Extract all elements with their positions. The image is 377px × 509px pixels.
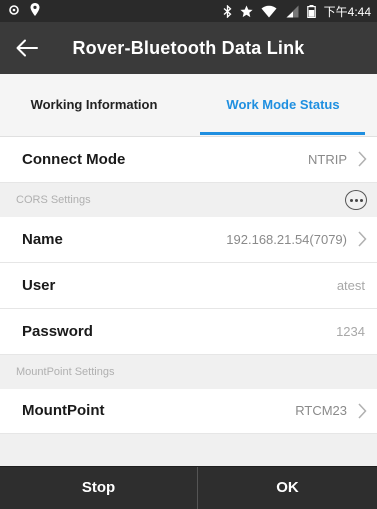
bottom-action-bar: Stop OK bbox=[0, 466, 377, 509]
password-value: 1234 bbox=[336, 324, 365, 339]
ok-button[interactable]: OK bbox=[198, 467, 377, 509]
settings-icon bbox=[9, 4, 19, 15]
status-bar: 下午4:44 bbox=[0, 0, 377, 22]
name-value: 192.168.21.54(7079) bbox=[226, 232, 347, 247]
mountpoint-value: RTCM23 bbox=[295, 403, 347, 418]
cors-settings-header: CORS Settings bbox=[0, 183, 377, 217]
star-icon bbox=[240, 5, 253, 18]
more-dot-icon bbox=[359, 198, 363, 202]
mountpoint-label: MountPoint bbox=[22, 402, 105, 419]
tab-working-information[interactable]: Working Information bbox=[0, 74, 188, 136]
name-label: Name bbox=[22, 231, 63, 248]
connect-mode-label: Connect Mode bbox=[22, 151, 126, 168]
cors-settings-label: CORS Settings bbox=[16, 194, 91, 206]
mountpoint-settings-header: MountPoint Settings bbox=[0, 355, 377, 389]
mountpoint-row[interactable]: MountPoint RTCM23 bbox=[0, 389, 377, 434]
connect-mode-row[interactable]: Connect Mode NTRIP bbox=[0, 137, 377, 183]
chevron-right-icon bbox=[358, 151, 367, 167]
location-icon bbox=[30, 3, 40, 16]
more-dot-icon bbox=[354, 198, 358, 202]
mountpoint-settings-label: MountPoint Settings bbox=[16, 366, 115, 378]
app-bar: Rover-Bluetooth Data Link bbox=[0, 22, 377, 74]
user-value: atest bbox=[336, 278, 365, 293]
tab-bar: Working Information Work Mode Status bbox=[0, 74, 377, 137]
password-label: Password bbox=[22, 323, 93, 340]
clock: 下午4:44 bbox=[323, 5, 371, 19]
more-options-button[interactable] bbox=[345, 190, 367, 210]
stop-button[interactable]: Stop bbox=[0, 467, 197, 509]
bluetooth-icon bbox=[223, 5, 232, 18]
connect-mode-value: NTRIP bbox=[308, 152, 347, 167]
active-tab-indicator bbox=[200, 132, 365, 135]
battery-icon bbox=[306, 5, 316, 18]
user-row[interactable]: User atest bbox=[0, 263, 377, 309]
user-label: User bbox=[22, 277, 56, 294]
password-row[interactable]: Password 1234 bbox=[0, 309, 377, 355]
chevron-right-icon bbox=[358, 231, 367, 247]
signal-icon bbox=[286, 5, 299, 18]
chevron-right-icon bbox=[358, 403, 367, 419]
wifi-icon bbox=[261, 5, 277, 18]
page-title: Rover-Bluetooth Data Link bbox=[72, 38, 305, 58]
tab-work-mode-status[interactable]: Work Mode Status bbox=[189, 74, 377, 136]
name-row[interactable]: Name 192.168.21.54(7079) bbox=[0, 217, 377, 263]
more-dot-icon bbox=[349, 198, 353, 202]
